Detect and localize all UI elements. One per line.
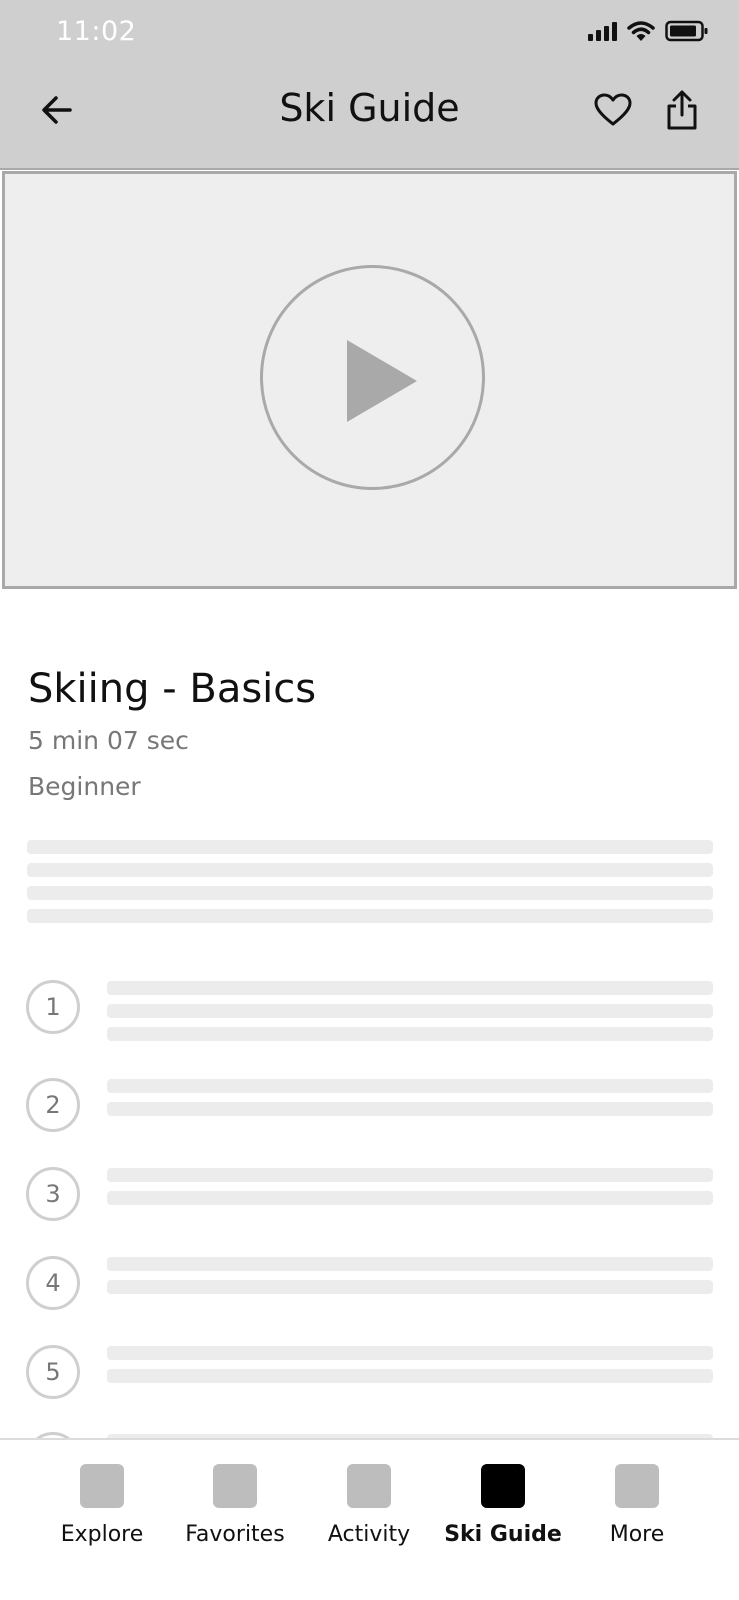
placeholder-line [27,840,713,854]
step-number-badge: 4 [26,1256,80,1310]
play-icon [347,340,417,422]
nav-item-activity[interactable]: Activity [302,1464,436,1547]
placeholder-line [107,981,713,995]
heart-icon [594,93,632,126]
favorites-icon [213,1464,257,1508]
lesson-duration: 5 min 07 sec [28,726,189,755]
step-number-badge: 1 [26,980,80,1034]
top-bar: 11:02 Ski Guide [0,0,739,170]
activity-icon [347,1464,391,1508]
placeholder-line [107,1102,713,1116]
nav-label: Favorites [185,1522,285,1547]
placeholder-line [27,863,713,877]
placeholder-line [107,1346,713,1360]
bottom-navigation: Explore Favorites Activity Ski Guide Mor… [0,1438,739,1600]
lesson-title: Skiing - Basics [28,666,317,712]
video-player[interactable] [2,171,737,589]
placeholder-line [107,1280,713,1294]
more-icon [615,1464,659,1508]
step-number-badge: 5 [26,1345,80,1399]
ski-guide-icon [481,1464,525,1508]
placeholder-line [107,1027,713,1041]
placeholder-line [27,886,713,900]
placeholder-line [27,909,713,923]
nav-label: Activity [327,1522,411,1547]
placeholder-line [107,1257,713,1271]
explore-icon [80,1464,124,1508]
status-icons [588,20,709,42]
step-number-badge: 3 [26,1167,80,1221]
battery-icon [665,20,708,42]
play-button[interactable] [260,265,485,490]
nav-label: Ski Guide [444,1522,562,1547]
placeholder-line [107,1079,713,1093]
placeholder-line [107,1168,713,1182]
share-icon [667,90,697,130]
placeholder-line [107,1004,713,1018]
step-number-badge: 2 [26,1078,80,1132]
nav-item-ski-guide[interactable]: Ski Guide [436,1464,570,1547]
nav-item-more[interactable]: More [570,1464,704,1547]
favorite-button[interactable] [591,88,635,132]
share-button[interactable] [660,88,704,132]
nav-item-favorites[interactable]: Favorites [168,1464,302,1547]
placeholder-line [107,1191,713,1205]
signal-icon [588,21,617,41]
placeholder-line [107,1369,713,1383]
nav-label: Explore [60,1522,144,1547]
status-time: 11:02 [56,16,137,47]
nav-item-explore[interactable]: Explore [35,1464,169,1547]
nav-label: More [609,1522,665,1547]
wifi-icon [627,21,655,41]
lesson-level: Beginner [28,772,141,801]
